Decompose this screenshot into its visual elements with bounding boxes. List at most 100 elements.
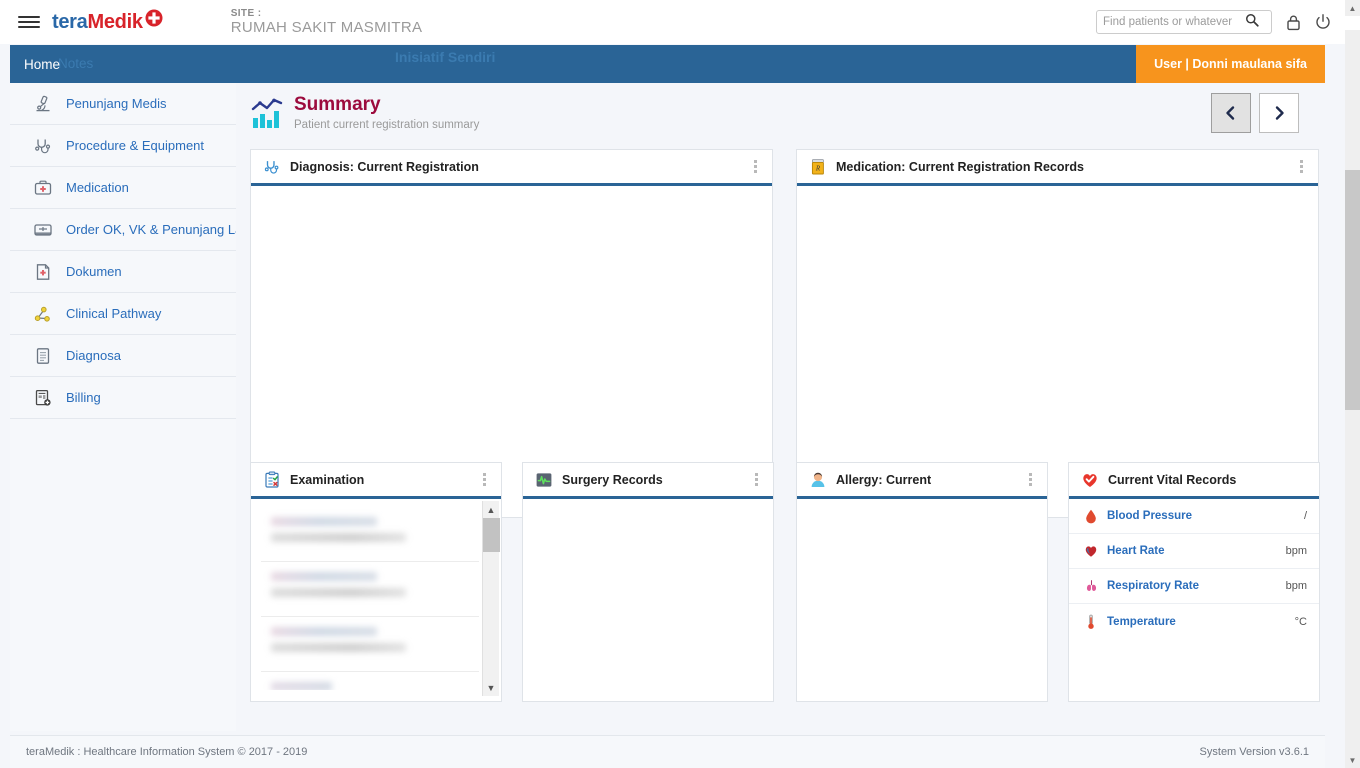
medkit-icon xyxy=(32,177,54,199)
page-title: Summary xyxy=(294,93,381,115)
main-navbar: Notes Inisiatif Sendiri Home User | Donn… xyxy=(10,45,1325,83)
examination-scrollbar[interactable]: ▲ ▼ xyxy=(482,501,500,696)
list-item[interactable] xyxy=(261,507,479,562)
site-label: SITE : xyxy=(230,7,262,19)
redacted-text xyxy=(271,588,406,597)
vital-value-unit: / xyxy=(1303,510,1307,522)
vital-value-unit: bpm xyxy=(1285,545,1307,557)
search-input[interactable] xyxy=(1103,16,1245,28)
vital-value-unit: °C xyxy=(1294,615,1307,628)
sidebar-item-order-ok-vk[interactable]: Order OK, VK & Penunjang La xyxy=(10,209,236,251)
prev-button[interactable] xyxy=(1211,93,1251,133)
kebab-menu-icon[interactable] xyxy=(1294,158,1308,176)
kebab-menu-icon[interactable] xyxy=(1023,471,1037,489)
chevron-left-icon xyxy=(1226,106,1235,120)
sidebar-item-label: Penunjang Medis xyxy=(66,96,167,111)
redacted-text xyxy=(271,572,378,581)
list-item[interactable] xyxy=(261,617,479,672)
scrollbar-thumb[interactable] xyxy=(482,518,500,552)
page-nav-buttons xyxy=(1211,93,1325,133)
sidebar-item-label: Billing xyxy=(66,390,101,405)
search-icon[interactable] xyxy=(1245,13,1259,32)
chevron-down-icon[interactable]: ▼ xyxy=(483,679,500,696)
nav-item-home[interactable]: Home xyxy=(24,45,60,83)
sidebar-item-label: Diagnosa xyxy=(66,348,121,363)
vital-row-heart-rate: Heart Rate bpm xyxy=(1069,534,1319,569)
chevron-up-icon[interactable]: ▲ xyxy=(483,501,500,518)
sidebar-item-diagnosa[interactable]: Diagnosa xyxy=(10,335,236,377)
vital-row-blood-pressure: Blood Pressure / xyxy=(1069,499,1319,534)
user-badge[interactable]: User | Donni maulana sifa xyxy=(1136,45,1325,83)
panel-header: Surgery Records xyxy=(523,463,773,499)
power-icon[interactable] xyxy=(1315,14,1331,30)
list-item[interactable] xyxy=(261,672,479,690)
vital-row-respiratory-rate: Respiratory Rate bpm xyxy=(1069,569,1319,604)
list-item[interactable] xyxy=(261,562,479,617)
sidebar-item-label: Dokumen xyxy=(66,264,122,279)
panel-current-vital-records: Current Vital Records Blood Pressure / H… xyxy=(1068,462,1320,702)
kebab-menu-icon[interactable] xyxy=(749,471,763,489)
panel-title: Medication: Current Registration Records xyxy=(836,159,1084,174)
top-header: teraMedik SITE : RUMAH SAKIT MASMITRA xyxy=(0,0,1345,44)
footer-version: System Version v3.6.1 xyxy=(1199,746,1309,758)
vital-label: Blood Pressure xyxy=(1107,510,1192,522)
sidebar-item-billing[interactable]: Billing xyxy=(10,377,236,419)
ghost-text-notes: Notes xyxy=(58,56,94,71)
vital-value-unit: bpm xyxy=(1285,580,1307,592)
search-box[interactable] xyxy=(1096,10,1272,34)
page-subtitle: Patient current registration summary xyxy=(294,118,480,131)
panel-header: R Medication: Current Registration Recor… xyxy=(797,150,1318,186)
app-root: teraMedik SITE : RUMAH SAKIT MASMITRA Fi… xyxy=(0,0,1360,768)
ecg-monitor-icon xyxy=(535,471,553,489)
heart-icon xyxy=(1083,544,1099,558)
redacted-text xyxy=(271,643,406,652)
chevron-up-icon[interactable]: ▲ xyxy=(1345,0,1360,16)
kebab-menu-icon[interactable] xyxy=(748,158,762,176)
panel-surgery-records: Surgery Records xyxy=(522,462,774,702)
site-info: SITE : RUMAH SAKIT MASMITRA xyxy=(231,8,423,37)
sidebar-item-medication[interactable]: Medication xyxy=(10,167,236,209)
heart-check-icon xyxy=(1081,471,1099,489)
pill-bottle-icon: R xyxy=(809,158,827,176)
panel-title: Current Vital Records xyxy=(1108,472,1237,487)
sidebar-item-procedure-equipment[interactable]: Procedure & Equipment xyxy=(10,125,236,167)
kebab-menu-icon[interactable] xyxy=(477,471,491,489)
redacted-text xyxy=(271,533,406,542)
panel-body-vitals: Blood Pressure / Heart Rate bpm Respirat… xyxy=(1069,499,1319,698)
bar-chart-icon xyxy=(250,96,284,130)
redacted-text xyxy=(271,627,378,636)
panel-header: Allergy: Current xyxy=(797,463,1047,499)
sidebar-item-clinical-pathway[interactable]: Clinical Pathway xyxy=(10,293,236,335)
chevron-down-icon[interactable]: ▼ xyxy=(1345,752,1360,768)
brand-logo[interactable]: teraMedik xyxy=(52,9,163,34)
sidebar-item-label: Clinical Pathway xyxy=(66,306,162,321)
panel-header: Current Vital Records xyxy=(1069,463,1319,499)
clipboard-check-icon xyxy=(263,471,281,489)
next-button[interactable] xyxy=(1259,93,1299,133)
person-icon xyxy=(809,471,827,489)
brand-name-part2: Medik xyxy=(87,10,143,33)
microscope-icon xyxy=(32,93,54,115)
lock-icon[interactable] xyxy=(1286,14,1301,31)
panel-examination: Examination ▲ ▼ xyxy=(250,462,502,702)
panel-title: Examination xyxy=(290,472,365,487)
main-content: Summary Patient current registration sum… xyxy=(236,83,1325,731)
sidebar-item-penunjang-medis[interactable]: Penunjang Medis xyxy=(10,83,236,125)
site-name: RUMAH SAKIT MASMITRA xyxy=(230,19,423,37)
sidebar-item-dokumen[interactable]: Dokumen xyxy=(10,251,236,293)
monitor-icon xyxy=(32,219,54,241)
panel-header: Examination xyxy=(251,463,501,499)
header-actions xyxy=(1096,10,1345,34)
redacted-text xyxy=(271,682,333,690)
page-scrollbar[interactable]: ▲ ▼ xyxy=(1345,0,1360,768)
panel-title: Surgery Records xyxy=(562,472,663,487)
chevron-right-icon xyxy=(1275,106,1284,120)
panel-title: Diagnosis: Current Registration xyxy=(290,159,479,174)
hamburger-icon[interactable] xyxy=(12,12,46,32)
ghost-text-inisiatif: Inisiatif Sendiri xyxy=(395,49,496,65)
scrollbar-thumb[interactable] xyxy=(1345,170,1360,410)
svg-text:R: R xyxy=(815,164,821,172)
document-icon xyxy=(32,261,54,283)
panel-body-surgery xyxy=(523,499,773,698)
vital-row-temperature: Temperature °C xyxy=(1069,604,1319,639)
